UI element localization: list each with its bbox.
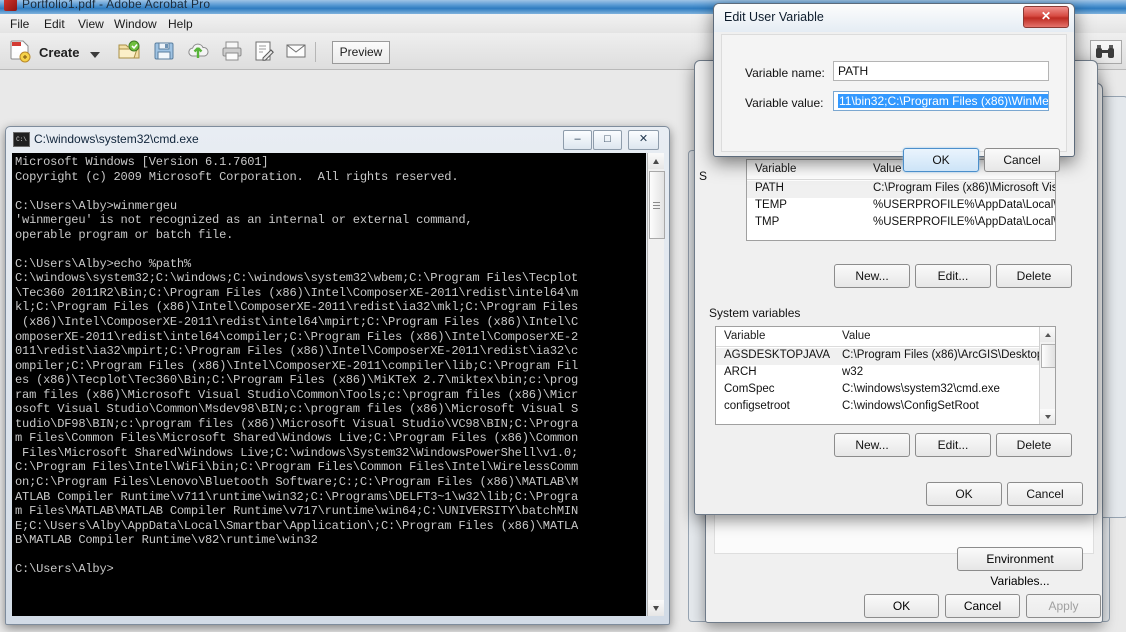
row-value: w32 [842,366,864,378]
scroll-down-arrow-icon[interactable] [1040,409,1055,424]
user-list-row-path[interactable]: PATH C:\Program Files (x86)\Microsoft Vi… [747,181,1055,198]
system-edit-button[interactable]: Edit... [915,433,991,457]
menu-item-help[interactable]: Help [162,16,199,32]
variable-value-input[interactable]: 11\bin32;C:\Program Files (x86)\WinMerge [833,91,1049,111]
row-value: C:\windows\system32\cmd.exe [842,383,1000,395]
minimize-icon: – [574,133,581,145]
system-delete-button[interactable]: Delete [996,433,1072,457]
edit-dialog-close-button[interactable]: ✕ [1023,6,1069,28]
acrobat-window-title: Portfolio1.pdf - Adobe Acrobat Pro [22,0,211,11]
user-edit-button[interactable]: Edit... [915,264,991,288]
edit-dialog-panel: Variable name: PATH Variable value: 11\b… [721,34,1067,172]
upload-cloud-icon[interactable] [186,39,210,63]
row-variable: configsetroot [724,400,790,412]
toolbar-separator [315,42,316,62]
system-list-row-configsetroot[interactable]: configsetroot C:\windows\ConfigSetRoot [716,399,1055,416]
user-header-value: Value [873,163,902,175]
system-variables-label: System variables [709,306,801,320]
environment-variables-button[interactable]: Environment Variables... [957,547,1083,588]
user-list-row-temp[interactable]: TEMP %USERPROFILE%\AppData\Local\Temp [747,198,1055,215]
cmd-scrollbar[interactable] [647,153,665,616]
user-header-variable: Variable [755,163,797,175]
row-variable: TMP [755,216,780,228]
edit-dialog-cancel-button[interactable]: Cancel [984,148,1060,172]
user-delete-button[interactable]: Delete [996,264,1072,288]
create-pdf-icon[interactable] [8,39,32,63]
cmd-minimize-button[interactable]: – [563,130,592,150]
close-icon: ✕ [1040,9,1052,23]
system-variables-list[interactable]: Variable Value AGSDESKTOPJAVA C:\Program… [715,326,1056,425]
row-value: C:\Program Files (x86)\Microsoft Visual … [873,182,1056,194]
cmd-title-bar[interactable]: C:\ C:\windows\system32\cmd.exe – □ ✕ [6,127,669,151]
row-value: C:\Program Files (x86)\ArcGIS\Desktop... [842,349,1053,361]
row-variable: ARCH [724,366,757,378]
variable-name-label: Variable name: [745,66,825,80]
cmd-maximize-button[interactable]: □ [593,130,622,150]
menu-item-file[interactable]: File [4,16,35,32]
menu-item-window[interactable]: Window [108,16,163,32]
cmd-console-window: C:\ C:\windows\system32\cmd.exe – □ ✕ Mi… [5,126,670,625]
row-value: C:\windows\ConfigSetRoot [842,400,979,412]
email-icon[interactable] [284,39,308,63]
variable-name-input[interactable]: PATH [833,61,1049,81]
acrobat-app-icon [4,0,17,11]
variable-value-selected-text: 11\bin32;C:\Program Files (x86)\WinMerge [838,94,1048,108]
user-variables-label: S [699,169,708,183]
print-icon[interactable] [220,39,244,63]
save-icon[interactable] [152,39,176,63]
scroll-up-arrow-icon[interactable] [1040,327,1055,342]
close-icon: ✕ [638,133,649,145]
maximize-icon: □ [604,133,611,145]
row-variable: TEMP [755,199,787,211]
cmd-scroll-down-arrow-icon[interactable] [648,600,664,616]
chevron-down-icon[interactable] [90,52,100,58]
menu-item-view[interactable]: View [72,16,110,32]
envdlg-ok-button[interactable]: OK [926,482,1002,506]
system-list-header: Variable Value [716,327,1055,347]
system-header-value: Value [842,330,871,342]
cmd-window-title: C:\windows\system32\cmd.exe [34,132,199,146]
user-list-row-tmp[interactable]: TMP %USERPROFILE%\AppData\Local\Temp [747,215,1055,232]
cmd-scrollbar-thumb[interactable] [649,171,665,239]
sysprops-apply-button: Apply [1026,594,1101,618]
edit-user-variable-dialog: Edit User Variable ✕ Variable name: PATH… [713,3,1075,172]
cmd-scroll-up-arrow-icon[interactable] [648,153,664,169]
cmd-console-output[interactable]: Microsoft Windows [Version 6.1.7601] Cop… [12,153,646,616]
create-button-label[interactable]: Create [39,45,79,60]
menu-item-edit[interactable]: Edit [38,16,71,32]
row-value: %USERPROFILE%\AppData\Local\Temp [873,216,1056,228]
cmd-close-button[interactable]: ✕ [628,130,659,150]
system-list-row-arch[interactable]: ARCH w32 [716,365,1055,382]
cmd-app-icon: C:\ [13,132,30,147]
system-list-scrollbar[interactable] [1039,327,1055,424]
row-variable: PATH [755,182,784,194]
preview-button[interactable]: Preview [332,41,390,64]
system-header-variable: Variable [724,330,766,342]
sign-document-icon[interactable] [252,39,276,63]
edit-dialog-title: Edit User Variable [724,10,824,24]
sysprops-ok-button[interactable]: OK [864,594,939,618]
sysprops-cancel-button[interactable]: Cancel [945,594,1020,618]
row-variable: ComSpec [724,383,775,395]
row-value: %USERPROFILE%\AppData\Local\Temp [873,199,1056,211]
system-new-button[interactable]: New... [834,433,910,457]
variable-value-label: Variable value: [745,96,824,110]
system-list-row-comspec[interactable]: ComSpec C:\windows\system32\cmd.exe [716,382,1055,399]
open-folder-icon[interactable] [117,39,141,63]
edit-dialog-title-bar[interactable]: Edit User Variable ✕ [714,4,1074,32]
user-new-button[interactable]: New... [834,264,910,288]
background-dialog-edge-right [1100,96,1126,518]
system-list-row-agsdesktopjava[interactable]: AGSDESKTOPJAVA C:\Program Files (x86)\Ar… [716,348,1055,365]
envdlg-cancel-button[interactable]: Cancel [1007,482,1083,506]
row-variable: AGSDESKTOPJAVA [724,349,831,361]
scrollbar-thumb[interactable] [1041,344,1055,368]
edit-dialog-ok-button[interactable]: OK [903,148,979,172]
